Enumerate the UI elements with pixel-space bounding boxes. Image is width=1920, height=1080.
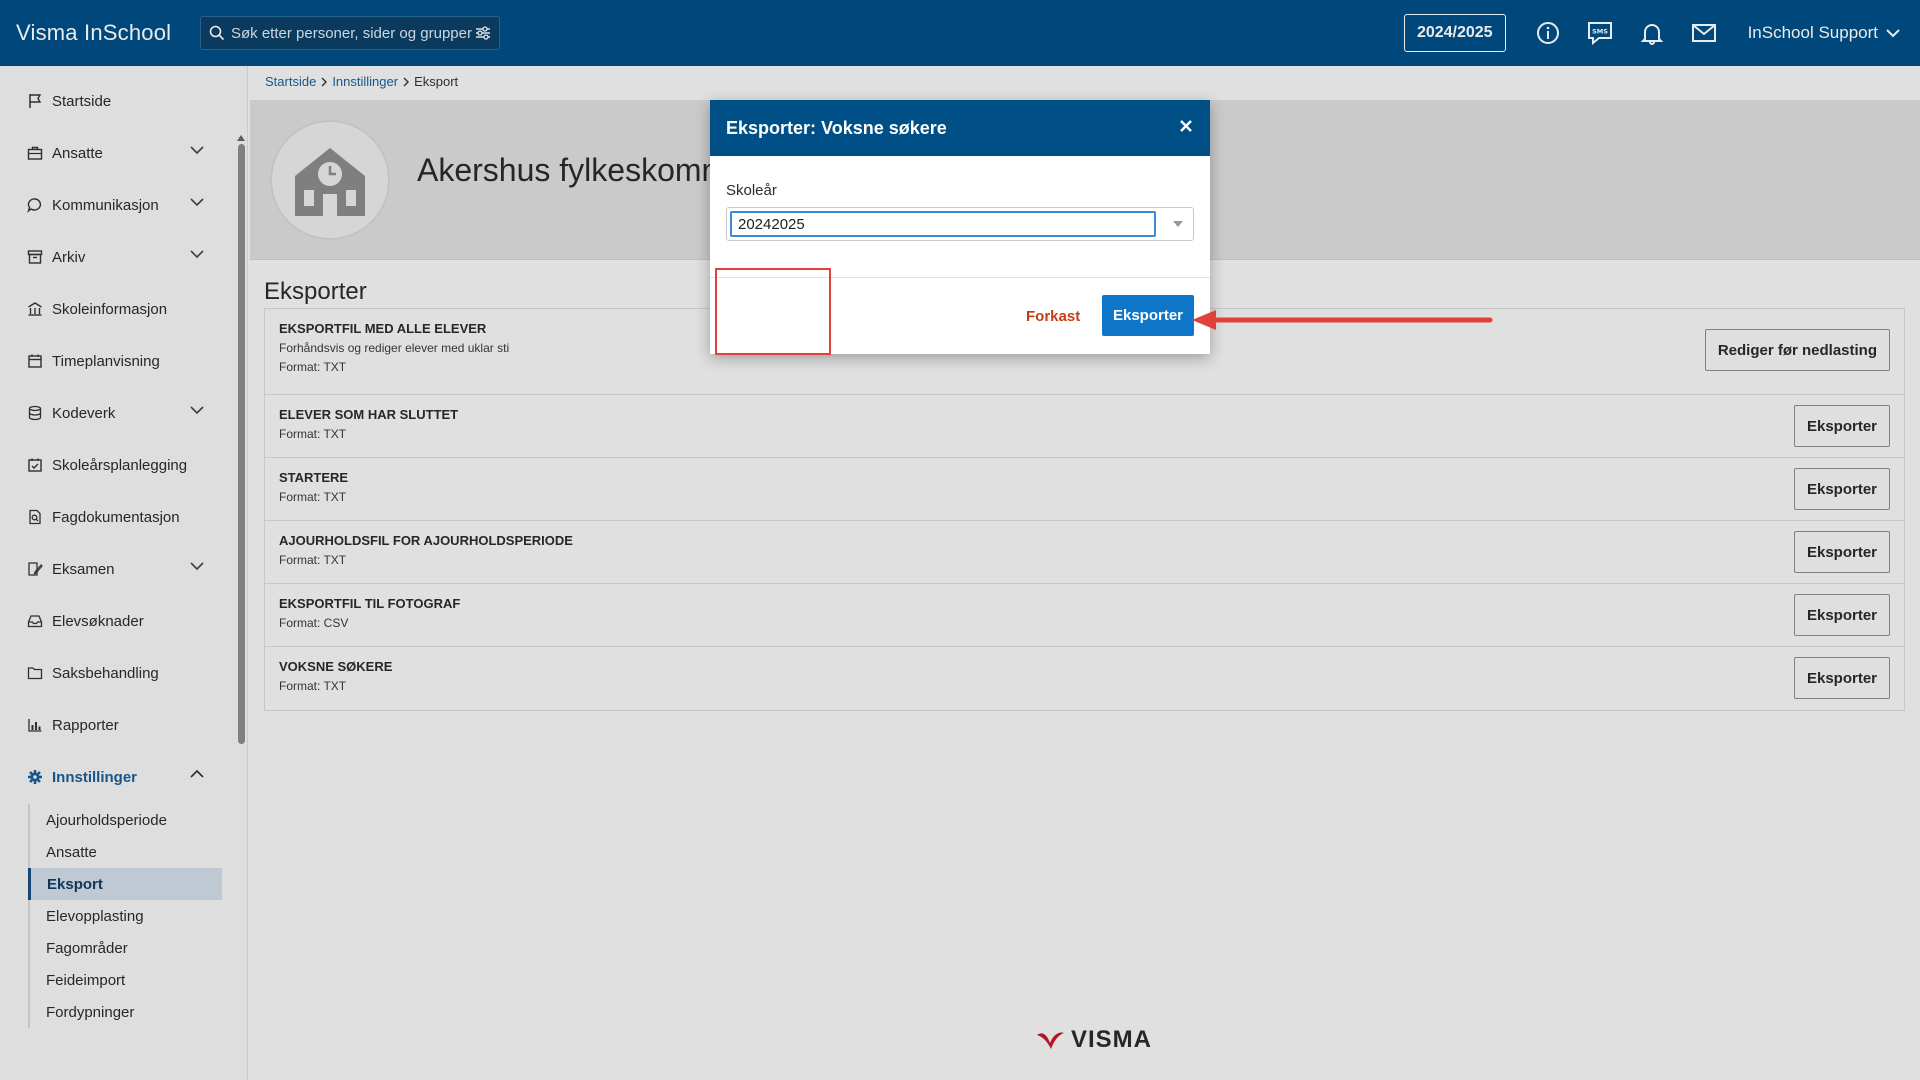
confirm-export-button[interactable]: Eksporter: [1102, 295, 1194, 336]
export-dialog: Eksporter: Voksne søkere Skoleår Forkast…: [710, 100, 1210, 355]
caret-down-icon[interactable]: [1173, 221, 1183, 227]
annotation-arrow-icon: [1192, 310, 1493, 330]
school-year-select[interactable]: [726, 207, 1194, 241]
school-year-input[interactable]: [730, 211, 1156, 237]
discard-button[interactable]: Forkast: [1026, 296, 1080, 336]
school-year-label: Skoleår: [726, 182, 777, 199]
close-dialog-button[interactable]: [1178, 118, 1194, 134]
annotation-highlight-box: [715, 268, 831, 355]
dialog-body: Skoleår: [710, 156, 1210, 278]
dialog-header: Eksporter: Voksne søkere: [710, 100, 1210, 156]
close-icon: [1180, 120, 1192, 132]
dialog-title: Eksporter: Voksne søkere: [726, 117, 947, 138]
